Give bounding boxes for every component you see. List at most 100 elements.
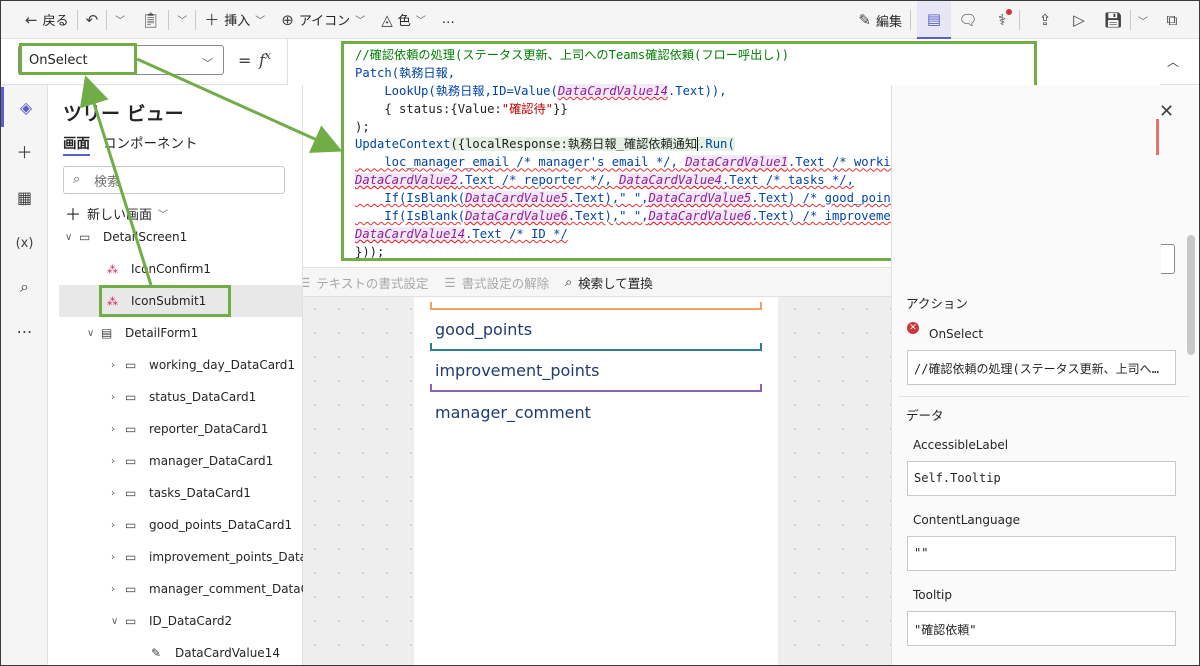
close-icon[interactable]: ✕ <box>1159 101 1174 122</box>
tree-view-title: ツリー ビュー <box>63 103 184 125</box>
format-lines-icon: ☰ <box>444 274 456 290</box>
search-icon: ⌕ <box>73 172 81 187</box>
tree-node[interactable]: › ▭ tasks_DataCard1 <box>111 477 251 509</box>
datacard-icon: ▭ <box>125 614 137 628</box>
field-improvement-points[interactable]: improvement_points <box>435 361 600 380</box>
datacard-icon: ▭ <box>125 422 137 436</box>
tree-node[interactable]: ∨ ▭ DetailScreen1 <box>65 221 187 253</box>
code-token: LookUp(執務日報,ID=Value( <box>355 83 558 98</box>
find-replace-button[interactable]: ⌕ 検索して置換 <box>565 273 653 292</box>
tree-node-label: good_points_DataCard1 <box>149 518 293 532</box>
code-line-2: Patch(執務日報, <box>355 65 1034 83</box>
tree-node[interactable]: › ▭ working_day_DataCard1 <box>111 349 295 381</box>
control-token: DataCardValue14 <box>355 226 466 241</box>
tree-node-label: tasks_DataCard1 <box>149 486 251 500</box>
save-menu-button[interactable]: ﹀ <box>1131 1 1155 39</box>
edit-button[interactable]: ✎ 編集 <box>850 1 910 39</box>
color-button[interactable]: ◬ 色 ﹀ <box>373 1 434 39</box>
remove-format-label: 書式設定の解除 <box>461 275 550 291</box>
error-indicator <box>1156 119 1159 155</box>
save-button[interactable]: 💾︎ <box>1096 1 1130 39</box>
content-language-input[interactable]: "" <box>907 536 1176 571</box>
notes-icon-button[interactable]: ▤ <box>917 1 951 39</box>
control-token: DataCardValue6 <box>465 209 568 224</box>
more-button[interactable]: … <box>434 1 463 39</box>
annotation-box-property <box>19 43 137 75</box>
app-checker-button[interactable]: ⚕ <box>985 1 1019 39</box>
comments-button[interactable]: 🗨︎ <box>951 1 985 39</box>
equals-sign: = <box>238 51 252 70</box>
tree-node[interactable]: › ▭ reporter_DataCard1 <box>111 413 268 445</box>
code-token: { status:{Value: <box>355 101 502 116</box>
code-token: .Text)," ", <box>567 191 649 206</box>
play-icon: ▷ <box>1073 11 1085 29</box>
tab-screens[interactable]: 画面 <box>63 132 90 156</box>
tree-node[interactable]: › ▭ manager_DataCard1 <box>111 445 273 477</box>
onselect-label: OnSelect <box>929 327 984 341</box>
chevron-right-icon: › <box>111 551 115 563</box>
layers-icon[interactable]: ◈ <box>1 87 48 127</box>
code-token: (執務日報, <box>391 65 456 80</box>
data-table-icon[interactable]: ▦ <box>1 177 48 217</box>
format-text-button[interactable]: ☰ テキストの書式設定 <box>299 273 428 292</box>
tree-node[interactable]: › ▭ status_DataCard1 <box>111 381 256 413</box>
tooltip-input[interactable]: "確認依頼" <box>907 611 1176 646</box>
plus-icon[interactable]: ＋ <box>1 131 48 171</box>
tree-search-input[interactable]: ⌕ 検索 <box>63 166 285 194</box>
more-icon[interactable]: ⋯ <box>1 311 48 351</box>
chevron-right-icon: › <box>111 519 115 531</box>
tree-node[interactable]: › ▭ manager_comment_DataCard <box>111 573 329 605</box>
tree-node[interactable]: ∨ ▭ ID_DataCard2 <box>111 605 232 637</box>
tree-node[interactable]: ⁂ IconConfirm1 <box>107 253 211 285</box>
comment-icon: 🗨︎ <box>958 11 978 29</box>
datacard-icon: ▭ <box>125 582 137 596</box>
code-token: .Text /* tasks */, <box>721 173 854 188</box>
insert-button[interactable]: ＋ 挿入 ﹀ <box>196 1 273 39</box>
tree-node[interactable]: › ▭ improvement_points_DataCar <box>111 541 328 573</box>
code-token: .Text)), <box>667 83 727 98</box>
undo-button[interactable]: ↶ <box>78 1 107 39</box>
scrollbar[interactable] <box>1187 235 1195 355</box>
string-token: "確認待" <box>501 101 553 116</box>
add-circle-icon: ⊕ <box>281 10 294 29</box>
tree-node[interactable]: ∨ ▤ DetailForm1 <box>87 317 198 349</box>
icon-button[interactable]: ⊕ アイコン ﹀ <box>273 1 373 39</box>
back-button[interactable]: ← 戻る <box>17 1 77 39</box>
tree-node-label: status_DataCard1 <box>149 390 257 404</box>
search-icon[interactable]: ⌕ <box>1 267 48 307</box>
tab-components[interactable]: コンポーネント <box>103 132 198 152</box>
field-manager-comment[interactable]: manager_comment <box>435 403 591 422</box>
tree-node[interactable]: › ▭ good_points_DataCard1 <box>111 509 292 541</box>
function-icon[interactable]: fx <box>259 49 271 69</box>
chevron-up-icon[interactable]: ︿ <box>1167 53 1179 70</box>
field-good-points[interactable]: good_points <box>435 320 532 339</box>
accessible-label-input[interactable]: Self.Tooltip <box>907 461 1176 496</box>
onselect-input[interactable]: //確認依頼の処理(ステータス更新、上司への... <box>907 350 1176 385</box>
datacard-icon: ▭ <box>125 390 137 404</box>
tree-node-label: DetailScreen1 <box>103 230 188 244</box>
publish-button[interactable]: ⧉ <box>1155 1 1189 39</box>
variables-icon[interactable]: (x) <box>1 223 48 263</box>
code-token: ({localResponse:執務日報_確認依頼通知 <box>450 137 698 152</box>
paste-button[interactable]: 📋︎ <box>133 1 168 39</box>
property-input-partial[interactable] <box>1161 244 1175 274</box>
control-token: DataCardValue5 <box>648 191 752 206</box>
paste-menu-button[interactable]: ﹀ <box>169 1 195 39</box>
chevron-down-icon: ﹀ <box>1138 16 1148 28</box>
chevron-down-icon: ﹀ <box>115 16 126 27</box>
data-section-title: データ <box>906 408 944 423</box>
undo-menu-button[interactable]: ﹀ <box>107 1 133 39</box>
field-underline <box>430 302 762 310</box>
datacard-icon: ▭ <box>125 486 137 500</box>
code-token: Patch <box>355 65 392 80</box>
share-button[interactable]: ⇪ <box>1028 1 1062 39</box>
preview-button[interactable]: ▷ <box>1062 1 1096 39</box>
tree-node[interactable]: ✎ DataCardValue14 <box>151 637 280 665</box>
toolbar-divider <box>910 10 911 30</box>
text-input-icon: ✎ <box>151 646 162 660</box>
more-label: … <box>441 12 455 27</box>
tree-node-label: DataCardValue14 <box>175 646 280 660</box>
tree-node-label: manager_comment_DataCard <box>149 582 329 596</box>
remove-format-button[interactable]: ☰ 書式設定の解除 <box>444 273 549 292</box>
chevron-down-icon: ﹀ <box>177 16 188 27</box>
